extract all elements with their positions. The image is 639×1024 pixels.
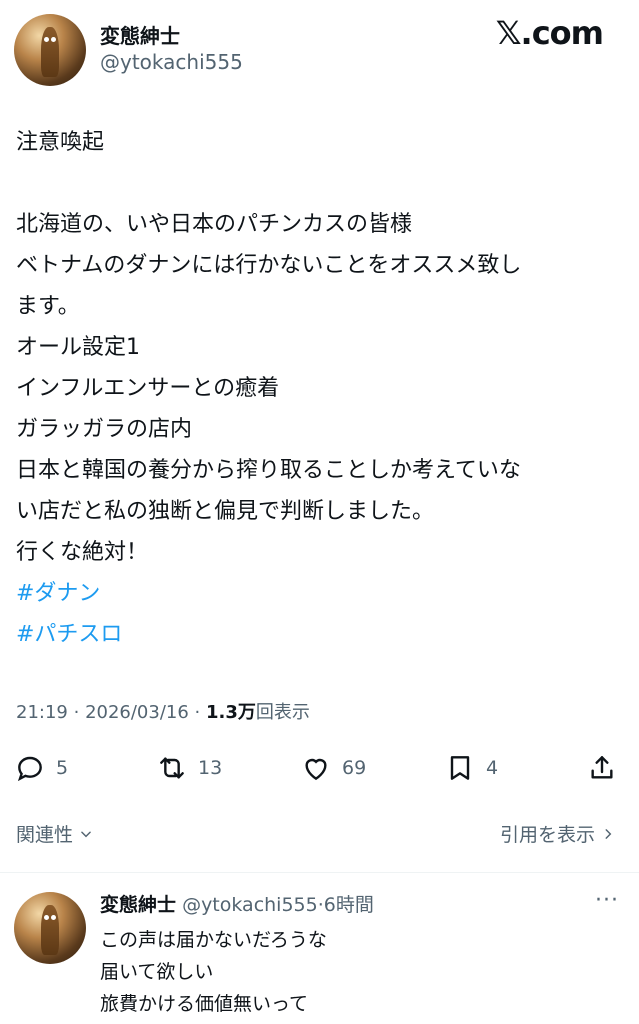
share-button[interactable] bbox=[586, 748, 618, 788]
bookmark-count: 4 bbox=[486, 757, 499, 779]
repost-count: 13 bbox=[198, 757, 223, 779]
user-handle[interactable]: @ytokachi555 bbox=[100, 50, 243, 74]
avatar-figure bbox=[41, 26, 59, 78]
tweet-line: 日本と韓国の養分から搾り取ることしか考えていな bbox=[16, 458, 521, 483]
tweet-line: ガラッガラの店内 bbox=[16, 417, 193, 442]
view-quotes-label: 引用を表示 bbox=[499, 824, 595, 846]
hashtag-link[interactable]: #パチスロ bbox=[16, 614, 626, 655]
tweet-line: オール設定1 bbox=[16, 335, 140, 360]
x-logo: 𝕏.com bbox=[495, 14, 604, 52]
bookmark-icon bbox=[450, 756, 470, 780]
reply-line: この声は届かないだろうな bbox=[100, 929, 327, 951]
view-quotes-link[interactable]: 引用を表示 bbox=[500, 820, 615, 847]
display-name[interactable]: 変態紳士 bbox=[100, 20, 180, 49]
tweet-time[interactable]: 21:19 bbox=[16, 702, 68, 723]
action-bar: 5 13 69 4 bbox=[0, 748, 639, 788]
heart-icon bbox=[305, 758, 327, 781]
like-button[interactable]: 69 bbox=[300, 748, 366, 788]
chevron-right-icon bbox=[605, 828, 612, 839]
tweet-line: 北海道の、いや日本のパチンカスの皆様 bbox=[16, 212, 413, 237]
share-icon bbox=[591, 756, 613, 779]
reply-count: 5 bbox=[56, 757, 69, 779]
reply-header: 変態紳士 @ytokachi555·6時間 bbox=[100, 890, 374, 917]
like-count: 69 bbox=[342, 757, 367, 779]
tweet-line: い店だと私の独断と偏見で判断しました。 bbox=[16, 499, 435, 524]
repost-icon bbox=[160, 757, 184, 779]
related-label: 関連性 bbox=[16, 824, 74, 846]
more-options-icon[interactable]: ··· bbox=[595, 888, 619, 913]
tweet-line: ます。 bbox=[16, 294, 80, 319]
avatar-figure bbox=[41, 904, 59, 956]
reply-handle[interactable]: @ytokachi555 bbox=[182, 894, 318, 916]
tweet-meta: 21:19 · 2026/03/16 · 1.3万回表示 bbox=[16, 698, 310, 724]
meta-separator: · bbox=[194, 702, 206, 723]
reply-time[interactable]: 6時間 bbox=[324, 894, 374, 916]
tweet-text: 注意喚起 北海道の、いや日本のパチンカスの皆様 ベトナムのダナンには行かないこと… bbox=[16, 122, 626, 655]
repost-button[interactable]: 13 bbox=[156, 748, 222, 788]
reply-line: 旅費かける価値無いって bbox=[100, 993, 309, 1015]
reply-text: この声は届かないだろうな 届いて欲しい 旅費かける価値無いって bbox=[100, 924, 327, 1020]
tweet-date[interactable]: 2026/03/16 bbox=[85, 702, 189, 723]
reply-line: 届いて欲しい bbox=[100, 961, 214, 983]
view-count: 1.3万 bbox=[206, 702, 256, 723]
reply-icon bbox=[17, 756, 42, 782]
tweet-line: インフルエンサーとの癒着 bbox=[16, 376, 280, 401]
reply-avatar[interactable] bbox=[14, 892, 86, 964]
chevron-down-icon bbox=[81, 831, 91, 837]
tweet-line: ベトナムのダナンには行かないことをオススメ致し bbox=[16, 253, 522, 278]
view-label: 回表示 bbox=[255, 702, 310, 723]
reply-display-name[interactable]: 変態紳士 bbox=[100, 894, 176, 916]
reply-button[interactable]: 5 bbox=[14, 748, 68, 788]
bookmark-button[interactable]: 4 bbox=[444, 748, 498, 788]
tweet-line: 注意喚起 bbox=[16, 130, 105, 155]
hashtag-link[interactable]: #ダナン bbox=[16, 573, 626, 614]
divider bbox=[0, 872, 639, 873]
avatar[interactable] bbox=[14, 14, 86, 86]
meta-separator: · bbox=[73, 702, 86, 723]
tweet-line: 行くな絶対！ bbox=[16, 540, 149, 565]
related-sort[interactable]: 関連性 bbox=[16, 820, 93, 847]
reply-tweet[interactable]: 変態紳士 @ytokachi555·6時間 ··· この声は届かないだろうな 届… bbox=[0, 880, 639, 1024]
tweet-header: 変態紳士 @ytokachi555 𝕏.com bbox=[0, 0, 639, 100]
